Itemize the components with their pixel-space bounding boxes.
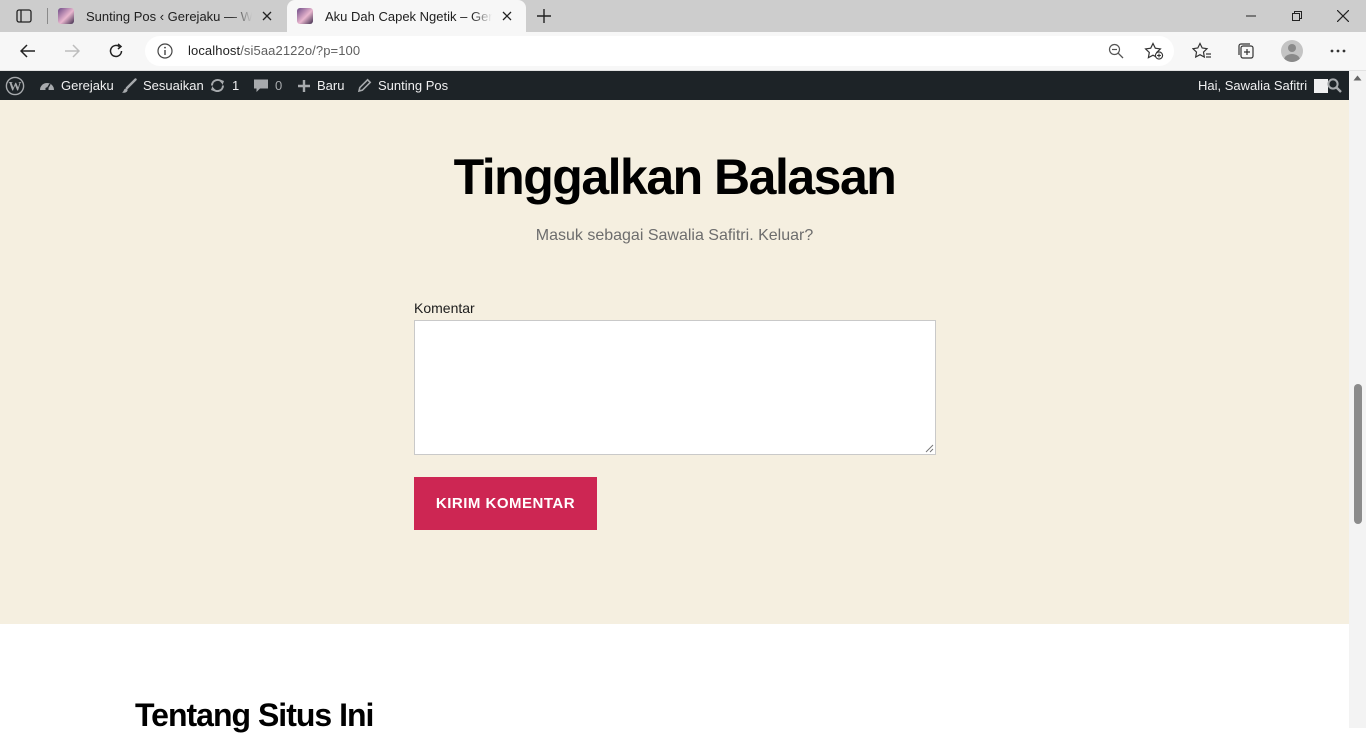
svg-text:W: W xyxy=(9,78,22,93)
site-favicon-icon xyxy=(297,8,313,24)
browser-tab-post[interactable]: Aku Dah Capek Ngetik – Gerejaku xyxy=(287,0,526,32)
reply-title: Tinggalkan Balasan xyxy=(453,149,897,205)
account-greeting: Hai, Sawalia Safitri xyxy=(1198,78,1308,93)
new-content-menu[interactable]: Baru xyxy=(297,71,344,100)
new-label: Baru xyxy=(317,78,345,93)
customize-menu[interactable]: Sesuaikan xyxy=(121,71,204,100)
minimize-icon xyxy=(1246,15,1256,17)
zoom-out-icon[interactable] xyxy=(1108,43,1124,64)
favorites-button[interactable] xyxy=(1187,36,1217,66)
updates-menu[interactable]: 1 xyxy=(209,71,239,100)
resize-grip-icon[interactable] xyxy=(925,444,934,453)
comment-label: Komentar xyxy=(414,300,475,316)
url-text[interactable]: localhost/si5aa2122o/?p=100 xyxy=(188,43,360,58)
url-host: localhost xyxy=(188,43,241,58)
close-icon xyxy=(1337,10,1349,22)
collections-button[interactable] xyxy=(1231,36,1261,66)
about-site-title: Tentang Situs Ini xyxy=(135,697,374,733)
minimize-button[interactable] xyxy=(1228,0,1274,32)
plus-icon xyxy=(298,79,310,92)
paintbrush-icon xyxy=(122,77,137,93)
comments-menu[interactable]: 0 xyxy=(253,71,282,100)
address-bar[interactable]: localhost/si5aa2122o/?p=100 xyxy=(145,36,1174,66)
logged-in-prefix: Masuk sebagai xyxy=(535,227,648,244)
new-tab-button[interactable] xyxy=(532,4,556,28)
restore-button[interactable] xyxy=(1274,0,1320,32)
restore-icon xyxy=(1292,11,1302,21)
back-arrow-icon xyxy=(20,44,35,58)
scroll-up-arrow-icon[interactable] xyxy=(1353,75,1362,81)
forward-button[interactable] xyxy=(57,36,87,66)
refresh-icon xyxy=(109,43,123,58)
plus-icon xyxy=(537,9,551,23)
site-info-icon[interactable] xyxy=(157,43,173,64)
site-name-label: Gerejaku xyxy=(61,78,114,93)
close-window-button[interactable] xyxy=(1320,0,1366,32)
collections-icon xyxy=(1238,43,1254,59)
logged-in-separator: . xyxy=(749,227,759,244)
submit-comment-button[interactable]: KIRIM KOMENTAR xyxy=(414,477,597,530)
updates-count: 1 xyxy=(232,78,240,93)
search-icon xyxy=(1327,78,1342,93)
site-name-menu[interactable]: Gerejaku xyxy=(39,71,114,100)
dashboard-gauge-icon xyxy=(40,82,54,91)
edit-post-link[interactable]: Sunting Pos xyxy=(357,71,448,100)
edit-post-label: Sunting Pos xyxy=(378,78,449,93)
profile-button[interactable] xyxy=(1277,36,1307,66)
settings-menu-button[interactable] xyxy=(1323,36,1353,66)
tab-title: Sunting Pos ‹ Gerejaku — WordPress xyxy=(86,8,252,24)
url-path: /si5aa2122o/?p=100 xyxy=(240,43,361,58)
scrollbar-thumb[interactable] xyxy=(1354,384,1362,524)
my-account-menu[interactable]: Hai, Sawalia Safitri xyxy=(1198,71,1329,100)
back-button[interactable] xyxy=(13,36,43,66)
favorites-icon xyxy=(1192,42,1211,59)
tab-actions-icon xyxy=(16,9,32,23)
tab-title: Aku Dah Capek Ngetik – Gerejaku xyxy=(325,8,492,24)
refresh-button[interactable] xyxy=(101,36,131,66)
close-tab-icon[interactable] xyxy=(258,7,276,25)
site-favicon-icon xyxy=(58,8,74,24)
customize-label: Sesuaikan xyxy=(143,78,204,93)
pencil-icon xyxy=(357,78,372,93)
tab-actions-button[interactable] xyxy=(10,6,38,26)
avatar xyxy=(1314,78,1329,93)
page-scrollbar[interactable] xyxy=(1349,71,1366,728)
avatar xyxy=(1281,40,1303,62)
wordpress-logo-button[interactable]: W xyxy=(5,71,31,100)
browser-toolbar: localhost/si5aa2122o/?p=100 xyxy=(0,32,1366,71)
comment-respond-section: Tinggalkan Balasan Masuk sebagai Sawalia… xyxy=(0,100,1349,624)
comment-textarea[interactable] xyxy=(414,320,936,455)
comments-count: 0 xyxy=(275,78,283,93)
comment-bubble-icon xyxy=(254,79,268,92)
profile-link[interactable]: Sawalia Safitri xyxy=(648,227,749,244)
more-dots-icon xyxy=(1330,49,1346,53)
admin-search-button[interactable] xyxy=(1327,71,1348,100)
browser-tab-strip: Sunting Pos ‹ Gerejaku — WordPress Aku D… xyxy=(0,0,1366,32)
logout-link[interactable]: Keluar? xyxy=(758,227,813,244)
wordpress-logo-icon: W xyxy=(5,76,25,95)
updates-icon xyxy=(210,78,225,93)
forward-arrow-icon xyxy=(65,44,80,58)
browser-tab-edit-post[interactable]: Sunting Pos ‹ Gerejaku — WordPress xyxy=(48,0,286,32)
add-favorite-icon[interactable] xyxy=(1144,42,1164,65)
close-tab-icon[interactable] xyxy=(498,7,516,25)
wp-admin-bar: W Gerejaku Sesuaikan 1 0 Baru Sunting Po… xyxy=(0,71,1349,100)
logged-in-as-text: Masuk sebagai Sawalia Safitri. Keluar? xyxy=(0,227,1349,245)
